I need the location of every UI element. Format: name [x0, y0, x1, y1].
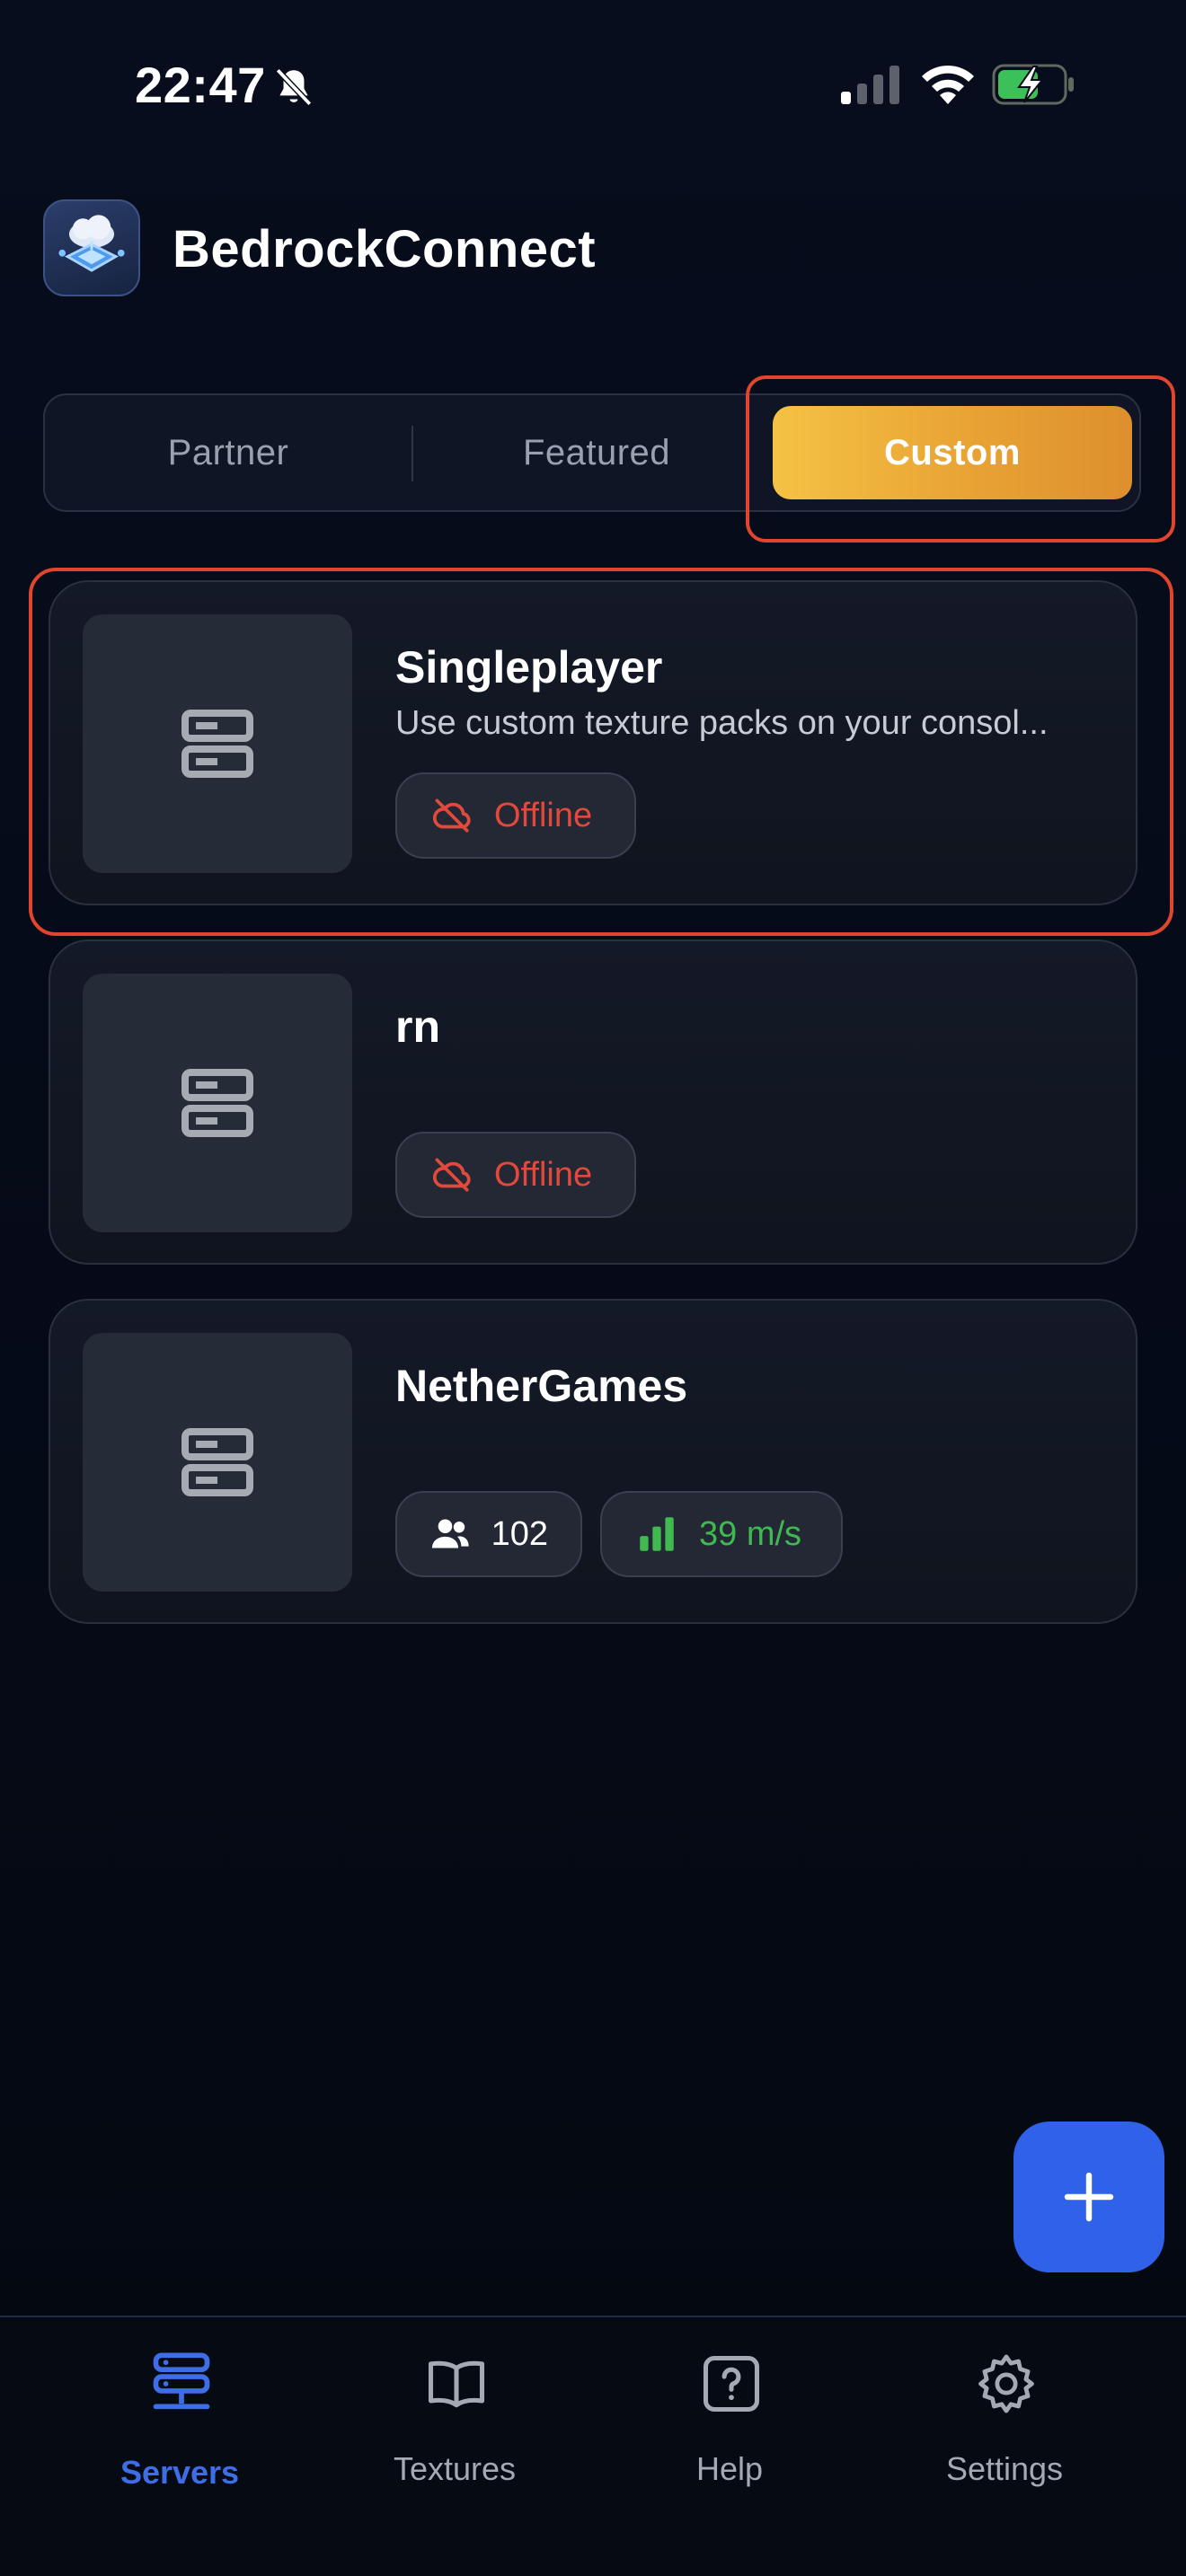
nav-label: Settings: [945, 2450, 1064, 2487]
nav-label: Servers: [119, 2454, 240, 2491]
server-name: rn: [395, 1001, 440, 1052]
signal-bars-icon: [640, 1517, 674, 1551]
nav-settings[interactable]: Settings: [870, 2317, 1139, 2533]
ping-badge: 39 m/s: [600, 1491, 843, 1577]
book-icon: [428, 2360, 485, 2408]
wifi-icon: [922, 65, 974, 104]
highlight-outline-card: [29, 568, 1173, 936]
status-label: Offline: [494, 1155, 593, 1194]
battery-charging-icon: [992, 64, 1074, 105]
status-bar: 22:47: [0, 0, 1186, 180]
server-card-nethergames[interactable]: NetherGames 102 39 m/s: [49, 1299, 1137, 1624]
add-server-button[interactable]: [1013, 2122, 1164, 2272]
highlight-outline-tab: [746, 375, 1175, 543]
server-card-rn[interactable]: rn Offline: [49, 940, 1137, 1265]
nav-help[interactable]: Help: [595, 2317, 864, 2533]
nav-textures[interactable]: Textures: [320, 2317, 589, 2533]
server-name: NetherGames: [395, 1361, 688, 1411]
cloud-off-icon: [432, 1158, 471, 1192]
server-icon: [181, 1428, 253, 1496]
status-time: 22:47: [135, 57, 266, 113]
users-icon: [431, 1519, 469, 1548]
cellular-signal-icon: [841, 66, 899, 104]
gear-icon: [978, 2354, 1034, 2413]
nav-servers[interactable]: Servers: [45, 2317, 314, 2533]
app-title: BedrockConnect: [173, 220, 597, 278]
help-icon: [703, 2355, 760, 2413]
ping-value: 39 m/s: [699, 1514, 802, 1553]
players-count: 102: [491, 1514, 548, 1553]
status-badge: Offline: [395, 1132, 636, 1218]
nav-label: Textures: [393, 2450, 517, 2487]
bell-slash-icon: [275, 67, 313, 107]
tab-featured[interactable]: Featured: [413, 395, 780, 510]
bottom-nav: Servers Textures Help Settings: [0, 2316, 1186, 2576]
server-thumbnail: [83, 1333, 352, 1592]
servers-icon: [153, 2352, 210, 2410]
nav-label: Help: [695, 2450, 764, 2487]
server-icon: [181, 1069, 253, 1137]
players-badge: 102: [395, 1491, 582, 1577]
server-thumbnail: [83, 974, 352, 1232]
app-logo-icon: [43, 199, 140, 296]
plus-icon: [1064, 2172, 1114, 2222]
tab-partner[interactable]: Partner: [45, 395, 412, 510]
